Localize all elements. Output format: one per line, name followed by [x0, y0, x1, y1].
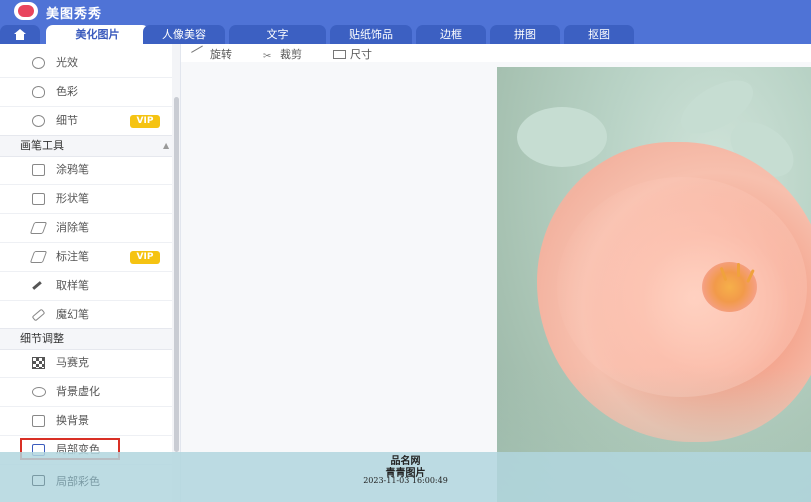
- app-header: 美图秀秀 美化图片 人像美容 文字 贴纸饰品 边框 拼图 抠图: [0, 0, 811, 44]
- replace-bg-icon: [32, 415, 45, 427]
- magnifier-icon: [32, 115, 45, 127]
- home-icon: [14, 29, 26, 40]
- section-title: 细节调整: [20, 332, 64, 345]
- leaf-shape: [517, 107, 607, 167]
- eyedropper-icon: [32, 281, 42, 290]
- sidebar-item-label: 形状笔: [56, 192, 89, 205]
- size-label: 尺寸: [350, 48, 372, 61]
- sidebar-item-color[interactable]: 色彩: [0, 78, 172, 107]
- resize-button[interactable]: 尺寸: [333, 46, 372, 62]
- flower-stamen: [737, 263, 740, 277]
- sidebar-item-label: 马赛克: [56, 356, 89, 369]
- flower-photo[interactable]: [497, 67, 811, 502]
- flower-center: [702, 262, 757, 312]
- doodle-pen-icon: [32, 164, 45, 176]
- edit-toolbar: 旋转 ✂ 裁剪 尺寸: [181, 44, 811, 62]
- sidebar-item-label: 光效: [56, 56, 78, 69]
- vip-badge: VIP: [130, 115, 160, 128]
- magic-pen-icon: [31, 308, 46, 322]
- sidebar-item-marker-pen[interactable]: 标注笔 VIP: [0, 243, 172, 272]
- sidebar-item-mosaic[interactable]: 马赛克: [0, 349, 172, 378]
- blur-bg-icon: [32, 387, 46, 397]
- watermark-timestamp: 2023-11-03 16:00:49: [363, 476, 448, 485]
- vip-badge: VIP: [130, 251, 160, 264]
- tab-stickers[interactable]: 贴纸饰品: [330, 25, 412, 44]
- sidebar-item-label: 细节: [56, 114, 78, 127]
- tab-frames[interactable]: 边框: [416, 25, 486, 44]
- sidebar-item-shape-pen[interactable]: 形状笔: [0, 185, 172, 214]
- tab-beautify[interactable]: 美化图片: [46, 25, 149, 44]
- sidebar-item-label: 涂鸦笔: [56, 163, 89, 176]
- section-title: 画笔工具: [20, 139, 64, 152]
- sidebar-item-eraser-pen[interactable]: 消除笔: [0, 214, 172, 243]
- sidebar: 光效 色彩 细节 VIP 画笔工具 ▲ 涂鸦笔 形状笔 消除笔 标注笔 VIP …: [0, 44, 181, 502]
- crop-label: 裁剪: [280, 48, 302, 61]
- main-tabs: 美化图片 人像美容 文字 贴纸饰品 边框 拼图 抠图: [0, 25, 811, 44]
- app-logo-icon: [14, 2, 38, 20]
- sidebar-item-label: 背景虚化: [56, 385, 100, 398]
- rotate-icon: [191, 45, 208, 62]
- tab-home[interactable]: [0, 25, 40, 44]
- crop-button[interactable]: ✂ 裁剪: [263, 46, 302, 62]
- section-detail-adjust[interactable]: 细节调整: [0, 328, 172, 350]
- sun-icon: [32, 57, 45, 69]
- eraser-pen-icon: [29, 222, 48, 234]
- tab-collage[interactable]: 拼图: [490, 25, 560, 44]
- sidebar-item-light-effect[interactable]: 光效: [0, 49, 172, 78]
- marker-pen-icon: [29, 251, 48, 263]
- sidebar-item-label: 魔幻笔: [56, 308, 89, 321]
- sidebar-item-label: 取样笔: [56, 279, 89, 292]
- sidebar-item-eyedropper[interactable]: 取样笔: [0, 272, 172, 301]
- shape-pen-icon: [32, 193, 45, 205]
- tab-portrait[interactable]: 人像美容: [143, 25, 225, 44]
- sidebar-item-doodle-pen[interactable]: 涂鸦笔: [0, 156, 172, 185]
- palette-icon: [32, 86, 45, 98]
- tab-cutout[interactable]: 抠图: [564, 25, 634, 44]
- sidebar-item-detail[interactable]: 细节 VIP: [0, 107, 172, 136]
- rotate-button[interactable]: 旋转: [191, 45, 232, 62]
- app-title: 美图秀秀: [46, 7, 103, 22]
- sidebar-item-magic-pen[interactable]: 魔幻笔: [0, 301, 172, 330]
- sidebar-scrollbar-thumb[interactable]: [174, 97, 179, 452]
- sidebar-item-label: 色彩: [56, 85, 78, 98]
- flower-petals-highlight: [557, 177, 807, 397]
- scissors-icon: ✂: [263, 51, 272, 62]
- section-brush-tools[interactable]: 画笔工具 ▲: [0, 135, 172, 157]
- mosaic-icon: [32, 357, 45, 369]
- resize-icon: [333, 50, 346, 59]
- rotate-label: 旋转: [210, 48, 232, 61]
- sidebar-item-label: 消除笔: [56, 221, 89, 234]
- sidebar-item-blur-background[interactable]: 背景虚化: [0, 378, 172, 407]
- sidebar-item-label: 换背景: [56, 414, 89, 427]
- sidebar-item-label: 标注笔: [56, 250, 89, 263]
- collapse-icon: ▲: [163, 141, 170, 150]
- sidebar-item-replace-background[interactable]: 换背景: [0, 407, 172, 436]
- tab-text[interactable]: 文字: [229, 25, 326, 44]
